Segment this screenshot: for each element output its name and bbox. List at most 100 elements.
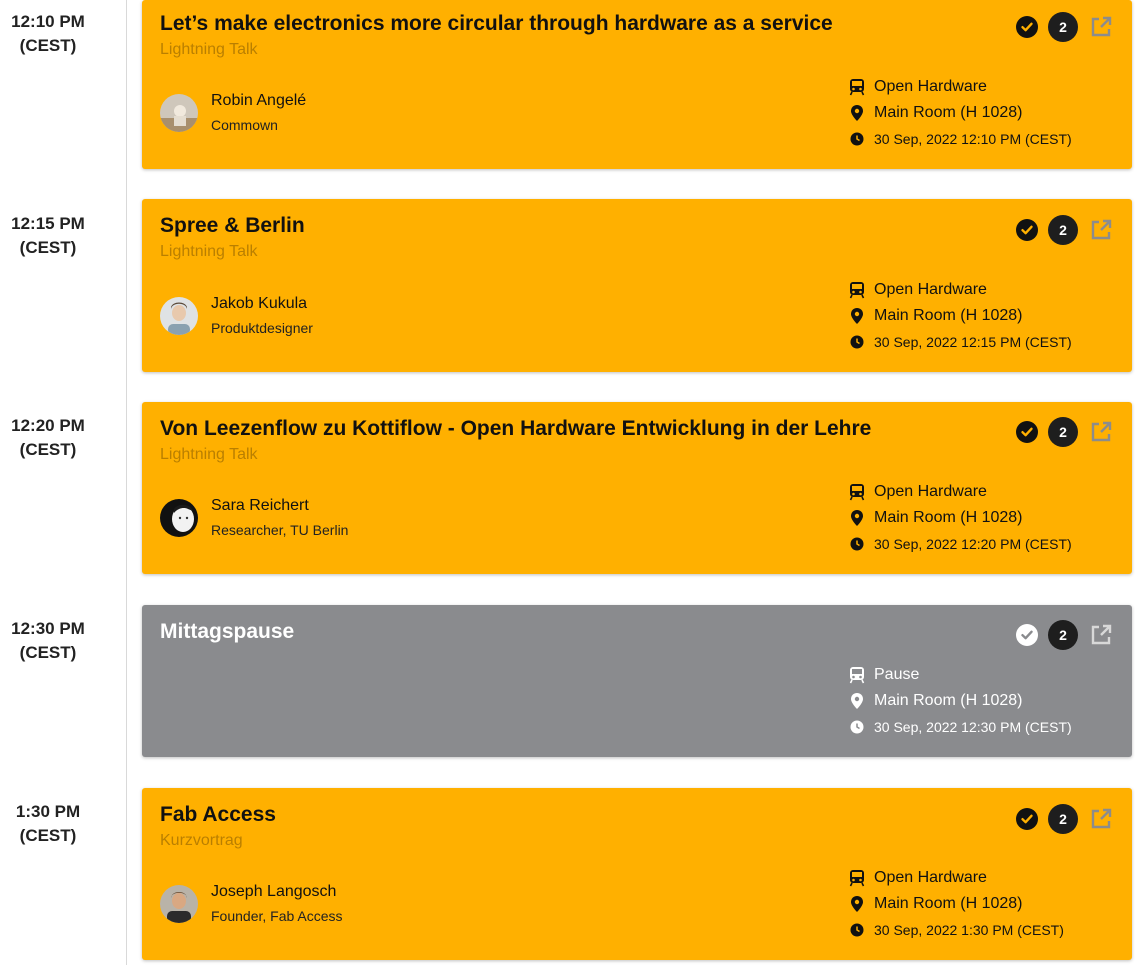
- speaker-avatar: [160, 885, 198, 923]
- session-type: Kurzvortrag: [160, 832, 243, 849]
- session-meta: Open Hardware Main Room (H 1028) 30 Sep,…: [848, 865, 1064, 943]
- slot-time: 12:15 PM (CEST): [0, 212, 96, 260]
- session-actions: 2: [1016, 12, 1114, 42]
- speaker-role: Commown: [211, 117, 278, 133]
- speaker-role: Researcher, TU Berlin: [211, 522, 349, 538]
- session-actions: 2: [1016, 215, 1114, 245]
- slot-time-value: 12:10 PM: [11, 12, 85, 31]
- external-link-icon[interactable]: [1088, 217, 1114, 243]
- session-title[interactable]: Von Leezenflow zu Kottiflow - Open Hardw…: [160, 417, 871, 441]
- slot-timezone: (CEST): [19, 826, 77, 845]
- room-row: Main Room (H 1028): [848, 100, 1072, 126]
- session-track: Open Hardware: [874, 483, 987, 500]
- speaker-name: Jakob Kukula: [211, 295, 308, 312]
- clock-icon: [848, 921, 866, 939]
- train-icon: [848, 869, 866, 887]
- session-track: Open Hardware: [874, 281, 987, 298]
- train-icon: [848, 483, 866, 501]
- attendee-count-badge: 2: [1048, 215, 1078, 245]
- session-track: Pause: [874, 666, 920, 683]
- session-type: Lightning Talk: [160, 446, 258, 463]
- datetime-row: 30 Sep, 2022 1:30 PM (CEST): [848, 917, 1064, 943]
- session-room: Main Room (H 1028): [874, 692, 1023, 709]
- speaker-name: Joseph Langosch: [211, 883, 337, 900]
- speaker[interactable]: Jakob Kukula Produktdesigner: [160, 293, 313, 339]
- speaker-name: Robin Angelé: [211, 92, 307, 109]
- speaker-avatar: [160, 499, 198, 537]
- slot-timezone: (CEST): [19, 643, 77, 662]
- slot-time: 1:30 PM (CEST): [0, 800, 96, 848]
- slot-time: 12:20 PM (CEST): [0, 414, 96, 462]
- session-meta: Open Hardware Main Room (H 1028) 30 Sep,…: [848, 277, 1072, 355]
- external-link-icon[interactable]: [1088, 14, 1114, 40]
- slot-time: 12:30 PM (CEST): [0, 617, 96, 665]
- slot-time-value: 1:30 PM: [15, 802, 81, 821]
- bookmark-check-icon[interactable]: [1016, 16, 1038, 38]
- session-actions: 2: [1016, 417, 1114, 447]
- map-pin-icon: [848, 509, 866, 527]
- room-row: Main Room (H 1028): [848, 688, 1072, 714]
- speaker[interactable]: Robin Angelé Commown: [160, 90, 306, 136]
- slot-timezone: (CEST): [19, 238, 77, 257]
- bookmark-check-icon[interactable]: [1016, 624, 1038, 646]
- track-row: Open Hardware: [848, 74, 1072, 100]
- slot-time-value: 12:30 PM: [11, 619, 85, 638]
- attendee-count-badge: 2: [1048, 417, 1078, 447]
- external-link-icon[interactable]: [1088, 419, 1114, 445]
- map-pin-icon: [848, 692, 866, 710]
- session-room: Main Room (H 1028): [874, 307, 1023, 324]
- speaker-avatar: [160, 94, 198, 132]
- speaker[interactable]: Sara Reichert Researcher, TU Berlin: [160, 495, 348, 541]
- datetime-row: 30 Sep, 2022 12:20 PM (CEST): [848, 531, 1072, 557]
- session-meta: Open Hardware Main Room (H 1028) 30 Sep,…: [848, 479, 1072, 557]
- speaker-role: Founder, Fab Access: [211, 908, 343, 924]
- session-datetime: 30 Sep, 2022 12:15 PM (CEST): [874, 334, 1072, 350]
- speaker[interactable]: Joseph Langosch Founder, Fab Access: [160, 881, 343, 927]
- session-datetime: 30 Sep, 2022 12:20 PM (CEST): [874, 536, 1072, 552]
- session-card[interactable]: Von Leezenflow zu Kottiflow - Open Hardw…: [142, 402, 1132, 574]
- session-track: Open Hardware: [874, 869, 987, 886]
- speaker-role: Produktdesigner: [211, 320, 313, 336]
- slot-time-value: 12:20 PM: [11, 416, 85, 435]
- train-icon: [848, 78, 866, 96]
- external-link-icon[interactable]: [1088, 806, 1114, 832]
- map-pin-icon: [848, 307, 866, 325]
- session-title[interactable]: Let’s make electronics more circular thr…: [160, 12, 833, 36]
- session-meta: Pause Main Room (H 1028) 30 Sep, 2022 12…: [848, 662, 1072, 740]
- session-actions: 2: [1016, 620, 1114, 650]
- train-icon: [848, 281, 866, 299]
- session-datetime: 30 Sep, 2022 1:30 PM (CEST): [874, 922, 1064, 938]
- session-title[interactable]: Fab Access: [160, 803, 276, 827]
- room-row: Main Room (H 1028): [848, 505, 1072, 531]
- map-pin-icon: [848, 895, 866, 913]
- session-datetime: 30 Sep, 2022 12:30 PM (CEST): [874, 719, 1072, 735]
- speaker-avatar: [160, 297, 198, 335]
- session-card[interactable]: Spree & Berlin Lightning Talk 2 Jakob Ku…: [142, 199, 1132, 372]
- session-track: Open Hardware: [874, 78, 987, 95]
- attendee-count-badge: 2: [1048, 804, 1078, 834]
- room-row: Main Room (H 1028): [848, 891, 1064, 917]
- session-card[interactable]: Fab Access Kurzvortrag 2 Joseph Langosch…: [142, 788, 1132, 960]
- session-type: Lightning Talk: [160, 243, 258, 260]
- session-card[interactable]: Let’s make electronics more circular thr…: [142, 0, 1132, 169]
- datetime-row: 30 Sep, 2022 12:10 PM (CEST): [848, 126, 1072, 152]
- track-row: Open Hardware: [848, 479, 1072, 505]
- session-room: Main Room (H 1028): [874, 509, 1023, 526]
- session-type: Lightning Talk: [160, 41, 258, 58]
- bookmark-check-icon[interactable]: [1016, 219, 1038, 241]
- track-row: Open Hardware: [848, 865, 1064, 891]
- external-link-icon[interactable]: [1088, 622, 1114, 648]
- session-title[interactable]: Mittagspause: [160, 620, 294, 644]
- room-row: Main Room (H 1028): [848, 303, 1072, 329]
- slot-timezone: (CEST): [19, 440, 77, 459]
- track-row: Pause: [848, 662, 1072, 688]
- slot-time-value: 12:15 PM: [11, 214, 85, 233]
- session-card[interactable]: Mittagspause 2 Pause Main Room (H 1028) …: [142, 605, 1132, 757]
- bookmark-check-icon[interactable]: [1016, 808, 1038, 830]
- bookmark-check-icon[interactable]: [1016, 421, 1038, 443]
- clock-icon: [848, 535, 866, 553]
- session-meta: Open Hardware Main Room (H 1028) 30 Sep,…: [848, 74, 1072, 152]
- session-title[interactable]: Spree & Berlin: [160, 214, 305, 238]
- clock-icon: [848, 333, 866, 351]
- session-datetime: 30 Sep, 2022 12:10 PM (CEST): [874, 131, 1072, 147]
